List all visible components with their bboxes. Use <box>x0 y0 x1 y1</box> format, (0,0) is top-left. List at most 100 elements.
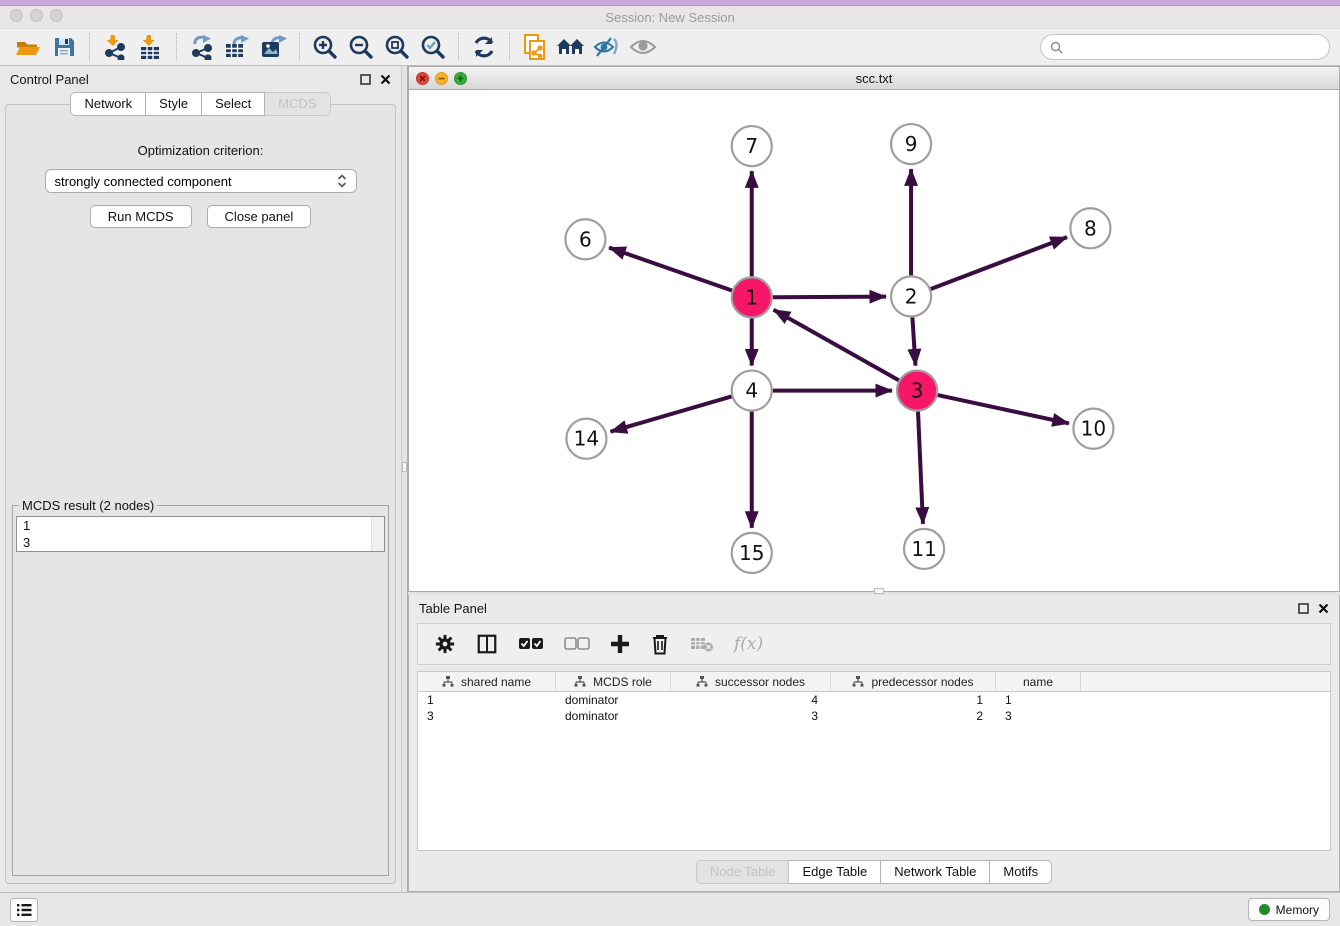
trash-icon <box>650 633 670 655</box>
deselect-all-button[interactable] <box>564 637 590 651</box>
home-layout-button[interactable] <box>553 31 589 63</box>
splitter-grip[interactable] <box>874 588 884 594</box>
close-panel-icon[interactable] <box>380 74 391 85</box>
run-mcds-button[interactable]: Run MCDS <box>90 205 192 228</box>
table-row[interactable]: 3 dominator 3 2 3 <box>418 708 1330 724</box>
close-panel-icon[interactable] <box>1318 603 1329 614</box>
zoom-window-icon[interactable] <box>50 9 63 22</box>
float-panel-icon[interactable] <box>1298 603 1309 614</box>
cell-name[interactable]: 1 <box>996 693 1081 707</box>
graph-edge-1-6[interactable] <box>609 248 732 291</box>
graph-edge-2-8[interactable] <box>931 237 1067 289</box>
import-network-button[interactable] <box>97 31 133 63</box>
zoom-fit-button[interactable] <box>379 31 415 63</box>
minimize-window-icon[interactable] <box>30 9 43 22</box>
network-maximize-icon[interactable] <box>454 72 467 85</box>
horizontal-splitter[interactable] <box>408 592 1340 595</box>
mcds-result-list[interactable]: 1 3 <box>16 516 385 552</box>
column-header-predecessor-nodes[interactable]: predecessor nodes <box>831 672 996 691</box>
vertical-splitter[interactable] <box>401 66 408 892</box>
export-network-button[interactable] <box>184 31 220 63</box>
refresh-icon <box>471 34 497 60</box>
node-table[interactable]: shared name MCDS role successor nodes <box>417 671 1331 851</box>
graph-edge-4-14[interactable] <box>610 396 731 431</box>
graph-edge-3-10[interactable] <box>938 395 1069 423</box>
column-header-mcds-role[interactable]: MCDS role <box>556 672 671 691</box>
float-panel-icon[interactable] <box>360 74 371 85</box>
network-graph[interactable]: 1 2 3 4 6 7 8 9 10 11 14 15 <box>409 90 1339 591</box>
table-settings-button[interactable] <box>434 633 456 655</box>
cell-shared-name[interactable]: 1 <box>418 693 556 707</box>
tab-network[interactable]: Network <box>70 92 146 116</box>
tab-style[interactable]: Style <box>146 92 202 116</box>
window-traffic-lights[interactable] <box>10 9 63 22</box>
save-session-button[interactable] <box>46 31 82 63</box>
cell-successor-nodes[interactable]: 4 <box>671 693 831 707</box>
search-box[interactable] <box>1040 34 1330 60</box>
graph-node-4[interactable]: 4 <box>732 371 772 411</box>
show-all-button[interactable] <box>625 31 661 63</box>
graph-edge-3-1[interactable] <box>774 310 899 381</box>
memory-button[interactable]: Memory <box>1248 898 1330 921</box>
cell-successor-nodes[interactable]: 3 <box>671 709 831 723</box>
delete-column-button[interactable] <box>650 633 670 655</box>
graph-node-7[interactable]: 7 <box>732 126 772 166</box>
export-image-button[interactable] <box>256 31 292 63</box>
search-icon <box>1050 41 1063 54</box>
zoom-out-button[interactable] <box>343 31 379 63</box>
graph-node-3[interactable]: 3 <box>897 371 937 411</box>
graph-node-10[interactable]: 10 <box>1073 409 1113 449</box>
network-minimize-icon[interactable] <box>435 72 448 85</box>
close-window-icon[interactable] <box>10 9 23 22</box>
tab-motifs[interactable]: Motifs <box>990 860 1052 884</box>
clone-network-button[interactable] <box>517 31 553 63</box>
optimization-criterion-select[interactable]: strongly connected component <box>45 169 357 193</box>
zoom-in-icon <box>312 34 338 60</box>
table-row[interactable]: 1 dominator 4 1 1 <box>418 692 1330 708</box>
add-column-button[interactable] <box>610 634 630 654</box>
tab-node-table[interactable]: Node Table <box>696 860 790 884</box>
graph-node-1[interactable]: 1 <box>732 277 772 317</box>
tab-edge-table[interactable]: Edge Table <box>789 860 881 884</box>
graph-node-9[interactable]: 9 <box>891 124 931 164</box>
open-session-button[interactable] <box>10 31 46 63</box>
result-scrollbar[interactable] <box>371 517 384 551</box>
column-header-successor-nodes[interactable]: successor nodes <box>671 672 831 691</box>
cell-shared-name[interactable]: 3 <box>418 709 556 723</box>
graph-node-15[interactable]: 15 <box>732 533 772 573</box>
graph-node-8[interactable]: 8 <box>1070 208 1110 248</box>
network-close-icon[interactable] <box>416 72 429 85</box>
cell-name[interactable]: 3 <box>996 709 1081 723</box>
zoom-selected-button[interactable] <box>415 31 451 63</box>
refresh-button[interactable] <box>466 31 502 63</box>
column-header-name[interactable]: name <box>996 672 1081 691</box>
column-selector-button[interactable] <box>476 633 498 655</box>
task-history-button[interactable] <box>10 898 38 922</box>
hide-selected-button[interactable] <box>589 31 625 63</box>
graph-edge-3-11[interactable] <box>918 412 923 524</box>
select-all-button[interactable] <box>518 637 544 651</box>
graph-node-11[interactable]: 11 <box>904 529 944 569</box>
network-window-titlebar[interactable]: scc.txt <box>409 67 1339 90</box>
search-input[interactable] <box>1069 40 1320 55</box>
graph-edge-2-3[interactable] <box>912 317 915 365</box>
export-table-button[interactable] <box>220 31 256 63</box>
titlebar[interactable]: Session: New Session <box>0 6 1340 28</box>
import-table-button[interactable] <box>133 31 169 63</box>
cell-predecessor-nodes[interactable]: 1 <box>831 693 996 707</box>
close-panel-button[interactable]: Close panel <box>207 205 312 228</box>
graph-edge-1-2[interactable] <box>773 297 886 298</box>
network-canvas[interactable]: 1 2 3 4 6 7 8 9 10 11 14 15 <box>409 90 1339 591</box>
column-header-shared-name[interactable]: shared name <box>418 672 556 691</box>
zoom-in-button[interactable] <box>307 31 343 63</box>
graph-node-14[interactable]: 14 <box>566 419 606 459</box>
splitter-grip[interactable] <box>402 462 407 472</box>
cell-mcds-role[interactable]: dominator <box>556 693 671 707</box>
tab-select[interactable]: Select <box>202 92 265 116</box>
cell-mcds-role[interactable]: dominator <box>556 709 671 723</box>
tab-mcds[interactable]: MCDS <box>265 92 330 116</box>
graph-node-2[interactable]: 2 <box>891 276 931 316</box>
tab-network-table[interactable]: Network Table <box>881 860 990 884</box>
cell-predecessor-nodes[interactable]: 2 <box>831 709 996 723</box>
graph-node-6[interactable]: 6 <box>565 219 605 259</box>
